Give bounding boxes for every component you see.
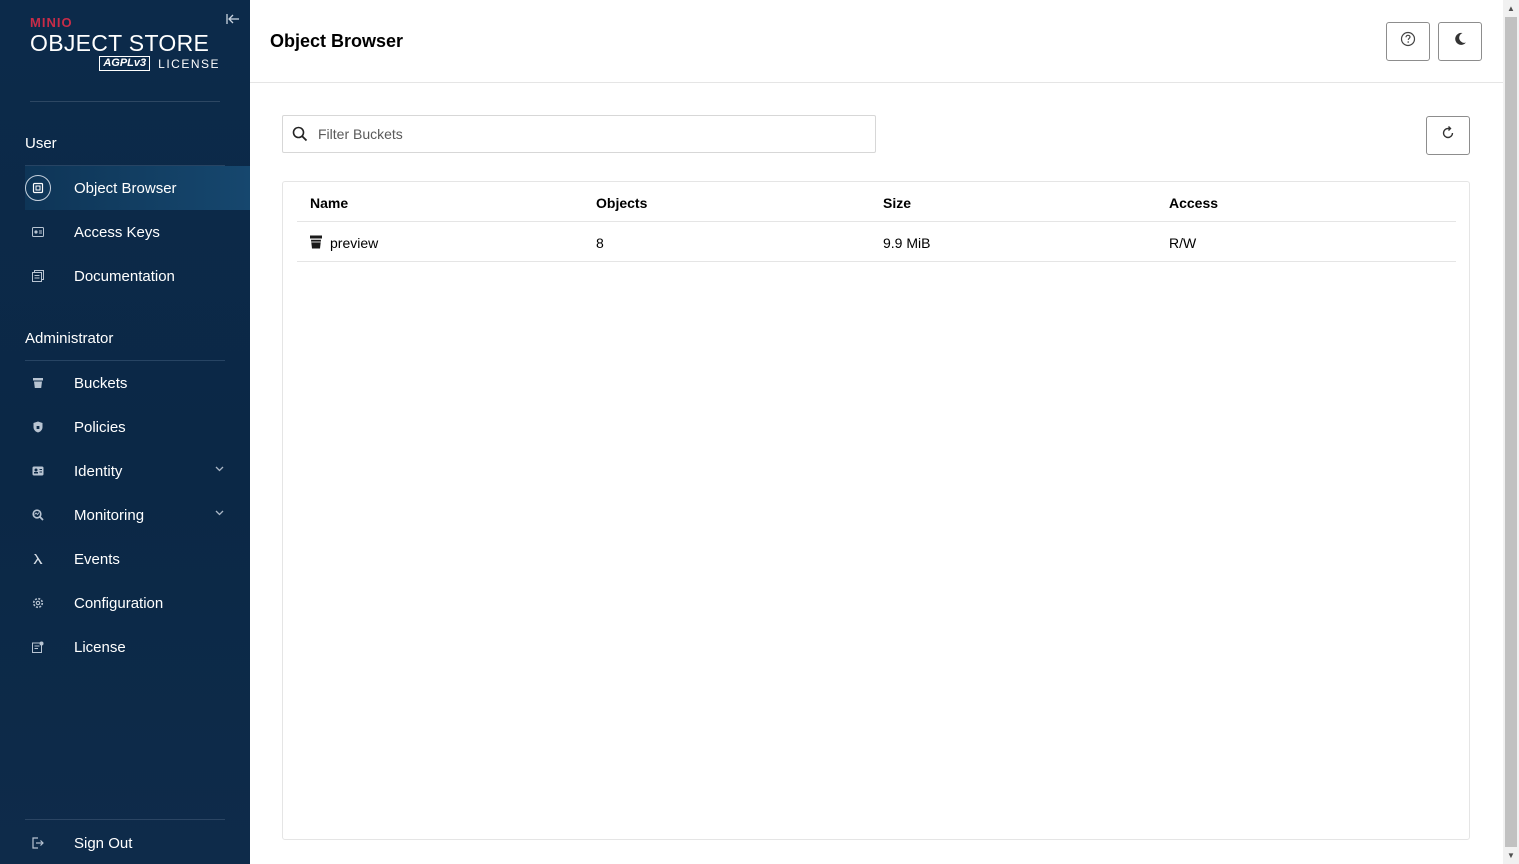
page-scrollbar[interactable]: ▲ ▼: [1503, 0, 1519, 864]
sidebar-item-label: Documentation: [74, 267, 175, 285]
scroll-thumb[interactable]: [1505, 17, 1517, 847]
sidebar-item-label: Access Keys: [74, 223, 160, 241]
monitoring-icon: [25, 502, 51, 528]
documentation-icon: [25, 263, 51, 289]
license-icon: [25, 634, 51, 660]
sidebar-item-label: Policies: [74, 418, 126, 436]
identity-icon: [25, 458, 51, 484]
logo-license-text: LICENSE: [158, 56, 220, 71]
buckets-table: Name Objects Size Access preview 8 9.9 M…: [282, 181, 1470, 840]
moon-icon: [1453, 32, 1467, 51]
bucket-icon: [309, 235, 323, 249]
gear-icon: [25, 590, 51, 616]
bucket-access: R/W: [1169, 235, 1197, 251]
table-row[interactable]: preview 8 9.9 MiB R/W: [297, 222, 1456, 262]
collapse-left-icon[interactable]: [224, 12, 242, 30]
search-input[interactable]: [318, 126, 858, 142]
section-administrator: Administrator: [25, 330, 114, 347]
sidebar-item-buckets[interactable]: Buckets: [25, 361, 250, 405]
sign-out-label: Sign Out: [74, 834, 133, 852]
scroll-up-arrow[interactable]: ▲: [1503, 0, 1519, 17]
sidebar-item-label: Identity: [74, 462, 123, 480]
column-header-name[interactable]: Name: [310, 195, 348, 211]
sign-out-button[interactable]: Sign Out: [25, 821, 250, 864]
sidebar-item-identity[interactable]: Identity: [25, 449, 250, 493]
search-icon: [292, 126, 308, 142]
sidebar-item-label: License: [74, 638, 126, 656]
agpl-badge: AGPLv3: [99, 56, 151, 71]
help-button[interactable]: [1386, 22, 1430, 61]
column-header-objects[interactable]: Objects: [596, 195, 647, 211]
sidebar-item-license[interactable]: License: [25, 625, 250, 669]
sidebar-item-label: Events: [74, 550, 120, 568]
refresh-icon: [1441, 126, 1455, 145]
chevron-down-icon[interactable]: [215, 508, 224, 519]
sidebar-item-configuration[interactable]: Configuration: [25, 581, 250, 625]
scroll-down-arrow[interactable]: ▼: [1503, 847, 1519, 864]
logo-divider: [30, 101, 220, 102]
bucket-name: preview: [330, 235, 379, 251]
sidebar-item-object-browser[interactable]: Object Browser: [25, 166, 250, 210]
sign-out-icon: [25, 830, 51, 856]
sidebar-item-policies[interactable]: Policies: [25, 405, 250, 449]
sidebar-item-documentation[interactable]: Documentation: [25, 254, 250, 298]
logo-title: OBJECT STORE: [30, 30, 210, 56]
page-title: Object Browser: [270, 31, 404, 51]
minio-logo: MINIO OBJECT STORE AGPLv3 LICENSE: [30, 16, 225, 71]
sidebar-item-label: Buckets: [74, 374, 128, 392]
sidebar-item-label: Monitoring: [74, 506, 145, 524]
column-header-access[interactable]: Access: [1169, 195, 1218, 211]
bucket-icon: [25, 370, 51, 396]
sidebar-item-access-keys[interactable]: Access Keys: [25, 210, 250, 254]
table-header: Name Objects Size Access: [297, 182, 1456, 222]
access-keys-icon: [25, 219, 51, 245]
column-header-size[interactable]: Size: [883, 195, 911, 211]
sidebar-item-label: Object Browser: [74, 179, 177, 197]
theme-toggle-button[interactable]: [1438, 22, 1482, 61]
logo-brand: MINIO: [30, 15, 73, 30]
sidebar: MINIO OBJECT STORE AGPLv3 LICENSE User O…: [0, 0, 250, 864]
lambda-icon: [25, 546, 51, 572]
filter-buckets-search[interactable]: [282, 115, 876, 153]
object-browser-icon: [25, 175, 51, 201]
sidebar-item-monitoring[interactable]: Monitoring: [25, 493, 250, 537]
refresh-button[interactable]: [1426, 116, 1470, 155]
page-header: Object Browser: [250, 0, 1503, 83]
sidebar-item-events[interactable]: Events: [25, 537, 250, 581]
bucket-objects: 8: [596, 235, 604, 251]
section-user: User: [25, 135, 57, 152]
bucket-size: 9.9 MiB: [883, 235, 931, 251]
shield-icon: [25, 414, 51, 440]
sidebar-item-label: Configuration: [74, 594, 164, 612]
chevron-down-icon[interactable]: [215, 464, 224, 475]
sidebar-bottom-divider: [25, 819, 225, 820]
help-icon: [1400, 31, 1416, 52]
